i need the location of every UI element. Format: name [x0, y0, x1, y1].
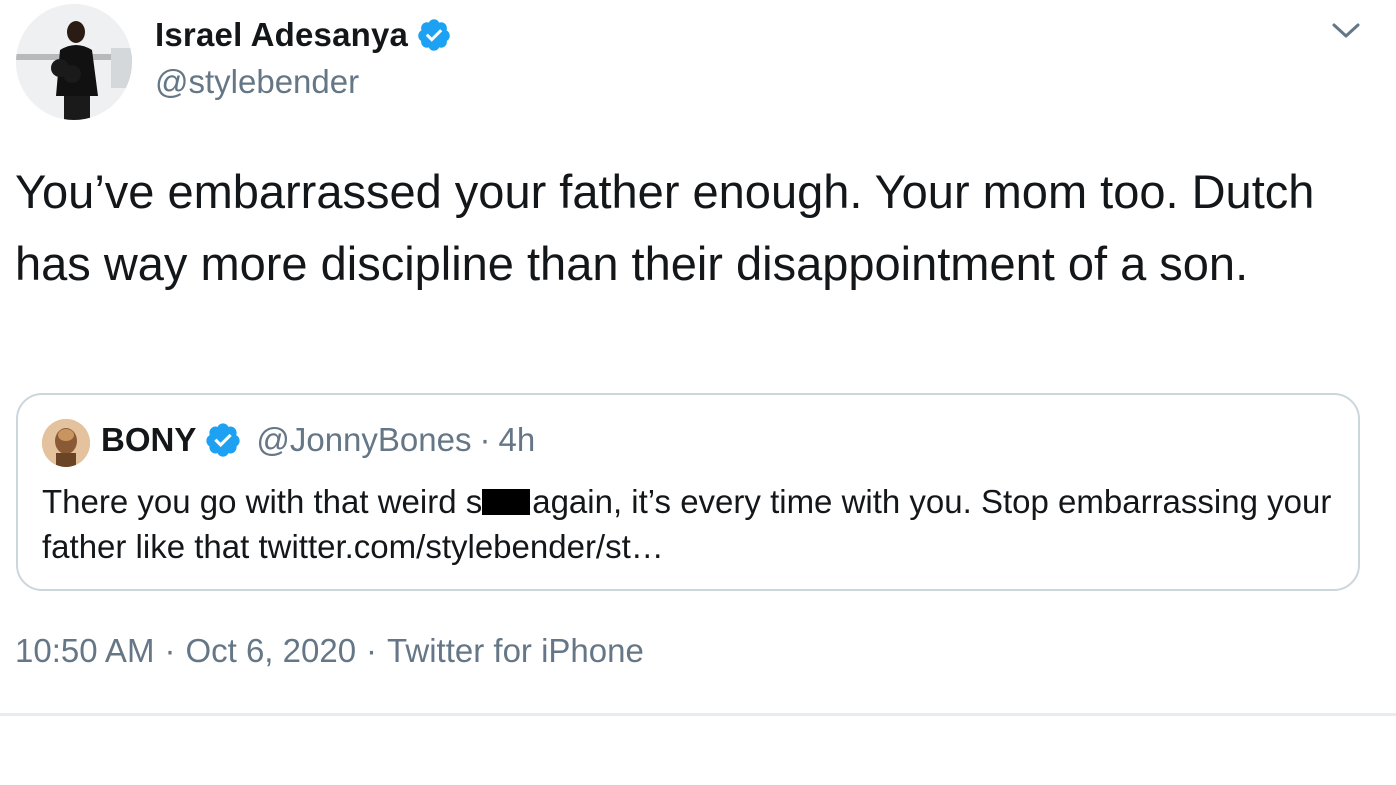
tweet-text: You’ve embarrassed your father enough. Y…	[15, 165, 1315, 290]
quote-header: BONY @JonnyBones · 4h	[101, 421, 535, 459]
quote-avatar-photo	[42, 419, 90, 467]
quote-handle[interactable]: @JonnyBones	[256, 421, 471, 459]
quote-text-start: There you go with that weird s	[42, 483, 483, 520]
author-avatar[interactable]	[16, 4, 132, 120]
tweet-menu-button[interactable]	[1328, 16, 1364, 46]
tweet-meta: 10:50 AM · Oct 6, 2020 · Twitter for iPhone	[15, 632, 644, 670]
verified-badge-icon	[418, 19, 450, 51]
tweet-source[interactable]: Twitter for iPhone	[387, 632, 644, 669]
verified-badge-icon	[206, 423, 240, 457]
quote-text: There you go with that weird s again, it’…	[42, 479, 1332, 569]
meta-separator: ·	[366, 632, 378, 669]
quoted-tweet-card[interactable]: BONY @JonnyBones · 4h There you go with …	[16, 393, 1360, 591]
quote-link[interactable]: twitter.com/stylebender/st…	[258, 528, 663, 565]
author-handle[interactable]: @stylebender	[155, 63, 359, 101]
chevron-down-icon	[1332, 23, 1360, 38]
avatar-photo	[16, 4, 132, 120]
author-display-name[interactable]: Israel Adesanya	[155, 16, 408, 54]
tweet-date[interactable]: Oct 6, 2020	[185, 632, 356, 669]
author-name-row: Israel Adesanya	[155, 16, 452, 54]
quote-separator: ·	[479, 421, 491, 458]
redaction-bar	[482, 489, 531, 515]
quote-display-name[interactable]: BONY	[101, 421, 196, 459]
divider	[0, 713, 1396, 716]
meta-separator: ·	[164, 632, 176, 669]
quote-avatar[interactable]	[42, 419, 90, 467]
quote-timestamp[interactable]: 4h	[498, 421, 535, 459]
tweet-time[interactable]: 10:50 AM	[15, 632, 154, 669]
